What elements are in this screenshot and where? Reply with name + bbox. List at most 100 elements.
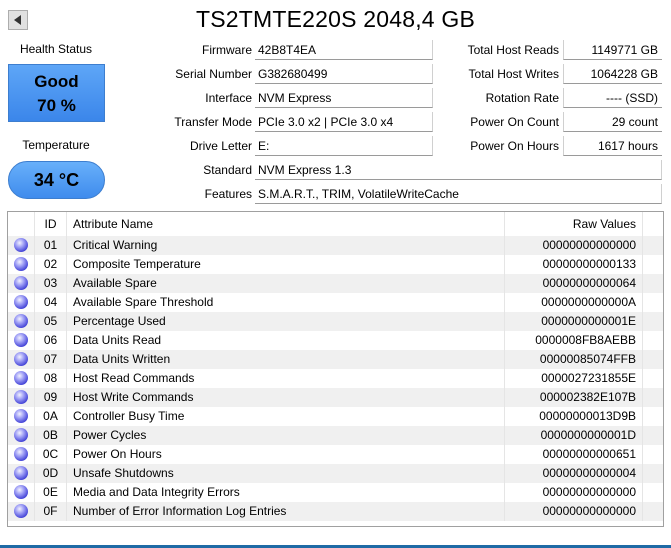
status-dot-cell: [8, 445, 34, 464]
rotation-rate-label: Rotation Rate: [485, 91, 559, 105]
attribute-name: Percentage Used: [66, 312, 504, 331]
status-circle-icon: [14, 504, 28, 518]
attribute-raw-value: 0000008FB8AEBB: [504, 331, 642, 350]
status-circle-icon: [14, 295, 28, 309]
temperature-value[interactable]: 34 °C: [8, 161, 105, 199]
table-row[interactable]: 08 Host Read Commands 0000027231855E: [8, 369, 663, 388]
table-row[interactable]: 0B Power Cycles 0000000000001D: [8, 426, 663, 445]
table-row[interactable]: 05 Percentage Used 0000000000001E: [8, 312, 663, 331]
table-row[interactable]: 02 Composite Temperature 00000000000133: [8, 255, 663, 274]
status-circle-icon: [14, 257, 28, 271]
status-circle-icon: [14, 390, 28, 404]
firmware-label: Firmware: [202, 43, 252, 57]
attribute-raw-value: 00000000000000: [504, 483, 642, 502]
attribute-id: 0B: [34, 426, 66, 445]
power-on-hours-value: 1617 hours: [563, 136, 662, 156]
status-dot-cell: [8, 331, 34, 350]
table-row[interactable]: 0F Number of Error Information Log Entrie…: [8, 502, 663, 521]
status-dot-cell: [8, 483, 34, 502]
table-row[interactable]: 06 Data Units Read 0000008FB8AEBB: [8, 331, 663, 350]
header-filler: [642, 212, 663, 236]
attribute-raw-value: 00000085074FFB: [504, 350, 642, 369]
status-dot-cell: [8, 236, 34, 255]
row-filler: [642, 426, 663, 445]
attribute-name: Media and Data Integrity Errors: [66, 483, 504, 502]
row-filler: [642, 407, 663, 426]
drive-letter-label: Drive Letter: [189, 139, 252, 153]
attribute-name: Unsafe Shutdowns: [66, 464, 504, 483]
attribute-id: 06: [34, 331, 66, 350]
row-filler: [642, 350, 663, 369]
header-attribute-name[interactable]: Attribute Name: [66, 212, 504, 236]
attribute-raw-value: 00000000000000: [504, 236, 642, 255]
health-status-box[interactable]: Good 70 %: [8, 64, 105, 122]
status-dot-cell: [8, 502, 34, 521]
attribute-id: 0C: [34, 445, 66, 464]
total-host-writes-value: 1064228 GB: [563, 64, 662, 84]
total-host-writes-label: Total Host Writes: [468, 67, 559, 81]
attribute-id: 01: [34, 236, 66, 255]
status-dot-cell: [8, 464, 34, 483]
row-filler: [642, 312, 663, 331]
transfer-mode-label: Transfer Mode: [174, 115, 252, 129]
header-raw-values[interactable]: Raw Values: [504, 212, 642, 236]
power-on-count-label: Power On Count: [470, 115, 559, 129]
table-row[interactable]: 0C Power On Hours 00000000000651: [8, 445, 663, 464]
header-id[interactable]: ID: [34, 212, 66, 236]
status-circle-icon: [14, 466, 28, 480]
smart-attributes-table[interactable]: ID Attribute Name Raw Values 01 Critical …: [7, 211, 664, 527]
attribute-raw-value: 000002382E107B: [504, 388, 642, 407]
row-filler: [642, 464, 663, 483]
table-row[interactable]: 09 Host Write Commands 000002382E107B: [8, 388, 663, 407]
attribute-raw-value: 0000000000001D: [504, 426, 642, 445]
disk-title: TS2TMTE220S 2048,4 GB: [195, 6, 476, 32]
attribute-name: Number of Error Information Log Entries: [66, 502, 504, 521]
status-dot-cell: [8, 274, 34, 293]
row-filler: [642, 236, 663, 255]
table-row[interactable]: 03 Available Spare 00000000000064: [8, 274, 663, 293]
status-dot-cell: [8, 388, 34, 407]
table-row[interactable]: 01 Critical Warning 00000000000000: [8, 236, 663, 255]
status-circle-icon: [14, 447, 28, 461]
attribute-name: Power On Hours: [66, 445, 504, 464]
row-filler: [642, 445, 663, 464]
status-dot-cell: [8, 350, 34, 369]
status-dot-cell: [8, 312, 34, 331]
table-row[interactable]: 0A Controller Busy Time 00000000013D9B: [8, 407, 663, 426]
attribute-id: 0D: [34, 464, 66, 483]
attribute-raw-value: 0000000000001E: [504, 312, 642, 331]
attribute-name: Power Cycles: [66, 426, 504, 445]
row-filler: [642, 483, 663, 502]
attribute-id: 09: [34, 388, 66, 407]
attribute-name: Available Spare Threshold: [66, 293, 504, 312]
row-filler: [642, 331, 663, 350]
attribute-id: 03: [34, 274, 66, 293]
table-row[interactable]: 0E Media and Data Integrity Errors 0000000…: [8, 483, 663, 502]
row-filler: [642, 369, 663, 388]
attribute-name: Host Write Commands: [66, 388, 504, 407]
table-row[interactable]: 0D Unsafe Shutdowns 00000000000004: [8, 464, 663, 483]
status-dot-cell: [8, 255, 34, 274]
drive-letter-value: E:: [255, 136, 433, 156]
row-filler: [642, 293, 663, 312]
status-circle-icon: [14, 333, 28, 347]
status-circle-icon: [14, 428, 28, 442]
attribute-name: Composite Temperature: [66, 255, 504, 274]
header-icon-column: [8, 212, 34, 236]
attribute-name: Data Units Written: [66, 350, 504, 369]
serial-number-label: Serial Number: [175, 67, 252, 81]
power-on-count-value: 29 count: [563, 112, 662, 132]
health-status-value: Good: [34, 72, 79, 91]
attribute-name: Host Read Commands: [66, 369, 504, 388]
total-host-reads-value: 1149771 GB: [563, 40, 662, 60]
standard-value: NVM Express 1.3: [255, 160, 662, 180]
row-filler: [642, 502, 663, 521]
attribute-raw-value: 00000000013D9B: [504, 407, 642, 426]
attribute-raw-value: 00000000000133: [504, 255, 642, 274]
firmware-value: 42B8T4EA: [255, 40, 433, 60]
table-row[interactable]: 04 Available Spare Threshold 0000000000000…: [8, 293, 663, 312]
table-row[interactable]: 07 Data Units Written 00000085074FFB: [8, 350, 663, 369]
attribute-id: 08: [34, 369, 66, 388]
table-header: ID Attribute Name Raw Values: [8, 212, 663, 236]
attribute-id: 05: [34, 312, 66, 331]
